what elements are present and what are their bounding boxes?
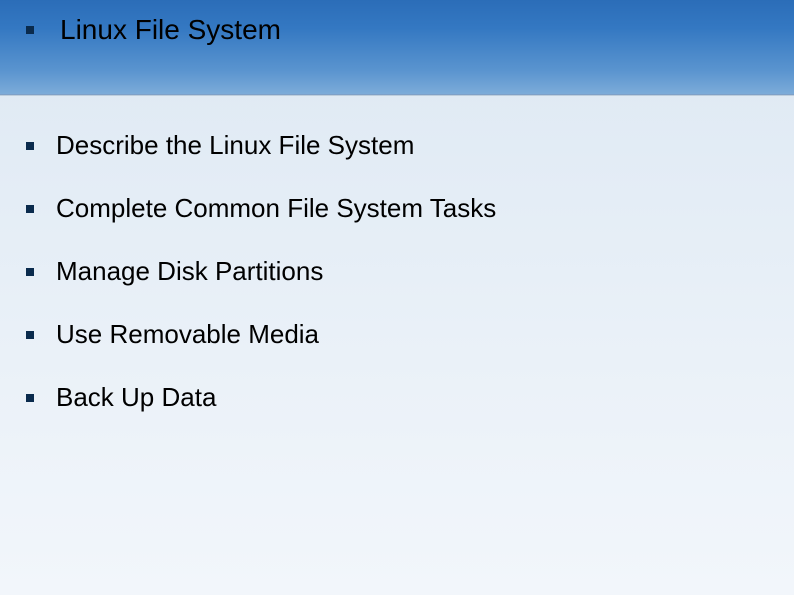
bullet-icon	[26, 394, 34, 402]
list-item-text: Use Removable Media	[56, 319, 319, 350]
bullet-icon	[26, 331, 34, 339]
list-item-text: Manage Disk Partitions	[56, 256, 323, 287]
slide-title-row: Linux File System	[26, 14, 281, 46]
list-item: Describe the Linux File System	[26, 130, 754, 161]
slide-body: Describe the Linux File System Complete …	[26, 130, 754, 445]
list-item-text: Describe the Linux File System	[56, 130, 414, 161]
list-item: Back Up Data	[26, 382, 754, 413]
list-item: Manage Disk Partitions	[26, 256, 754, 287]
list-item: Complete Common File System Tasks	[26, 193, 754, 224]
bullet-icon	[26, 26, 34, 34]
bullet-icon	[26, 142, 34, 150]
list-item-text: Back Up Data	[56, 382, 216, 413]
bullet-icon	[26, 205, 34, 213]
list-item: Use Removable Media	[26, 319, 754, 350]
slide: Linux File System Describe the Linux Fil…	[0, 0, 794, 595]
bullet-icon	[26, 268, 34, 276]
slide-title: Linux File System	[60, 14, 281, 46]
list-item-text: Complete Common File System Tasks	[56, 193, 496, 224]
